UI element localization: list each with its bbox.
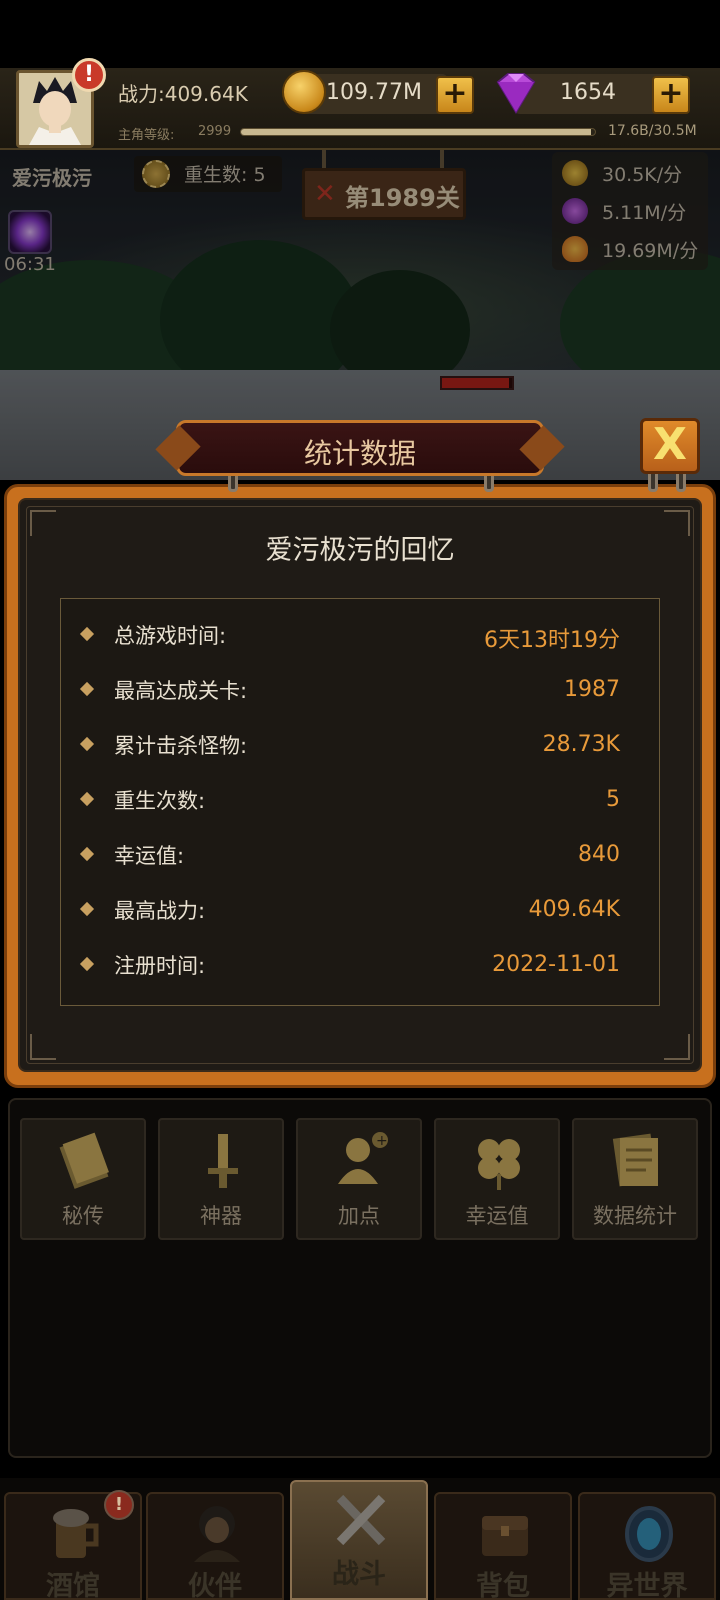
stat-label: 最高战力: — [114, 899, 206, 923]
stat-label: 总游戏时间: — [114, 624, 227, 648]
add-gold-button[interactable]: + — [436, 76, 474, 114]
bullet-icon — [79, 846, 95, 862]
corner-ornament — [664, 1034, 690, 1060]
bullet-icon — [79, 791, 95, 807]
stat-row-play-time: 总游戏时间: 6天13时19分 — [60, 616, 660, 656]
exp-bar — [240, 128, 596, 136]
nav-label: 战斗 — [332, 1559, 386, 1590]
combat-power: 战力:409.64K — [118, 82, 248, 106]
gem-value: 1654 — [560, 80, 616, 105]
stat-value: 2022-11-01 — [492, 952, 620, 977]
exp-text: 17.6B/30.5M — [608, 123, 697, 139]
gem-icon — [496, 73, 536, 114]
stat-value: 28.73K — [542, 732, 620, 757]
nav-tab-battle[interactable]: 战斗 — [290, 1480, 428, 1600]
stat-label: 累计击杀怪物: — [114, 734, 248, 758]
func-button-luck[interactable]: 幸运值 — [434, 1118, 560, 1240]
document-icon — [612, 1133, 658, 1187]
crossed-swords-icon — [336, 1494, 386, 1546]
nav-tab-bag[interactable]: 背包 — [434, 1492, 572, 1600]
add-gem-button[interactable]: + — [652, 76, 690, 114]
book-icon — [59, 1132, 109, 1189]
nav-label: 背包 — [476, 1571, 530, 1600]
stat-row-kills: 累计击杀怪物: 28.73K — [60, 726, 660, 766]
func-label: 加点 — [338, 1204, 380, 1228]
exp-bar-fill — [241, 129, 592, 135]
hud-header: ! 战力:409.64K 109.77M + 1654 + 主角等级: 2999… — [0, 58, 720, 150]
dialog-title: 统计数据 — [303, 437, 416, 470]
stat-label: 重生次数: — [114, 789, 206, 813]
nav-label: 伙伴 — [188, 1571, 242, 1600]
stat-value: 1987 — [564, 677, 620, 702]
nav-label: 酒馆 — [46, 1571, 100, 1600]
chest-icon — [482, 1516, 528, 1556]
bullet-icon — [79, 736, 95, 752]
nav-label: 异世界 — [606, 1571, 688, 1600]
gold-value: 109.77M — [326, 80, 422, 105]
level-label: 主角等级: — [118, 128, 175, 143]
stat-row-highest-stage: 最高达成关卡: 1987 — [60, 671, 660, 711]
stat-value: 409.64K — [528, 897, 620, 922]
stat-label: 最高达成关卡: — [114, 679, 248, 703]
stat-row-luck: 幸运值: 840 — [60, 836, 660, 876]
func-button-artifact[interactable]: 神器 — [158, 1118, 284, 1240]
corner-ornament — [30, 1034, 56, 1060]
memory-title: 爱污极污的回忆 — [265, 535, 455, 566]
stat-label: 注册时间: — [114, 954, 206, 978]
func-label: 神器 — [200, 1204, 242, 1228]
bullet-icon — [79, 901, 95, 917]
bullet-icon — [79, 956, 95, 972]
clover-icon — [478, 1139, 520, 1190]
stat-row-rebirths: 重生次数: 5 — [60, 781, 660, 821]
add-point-icon: + — [338, 1132, 388, 1184]
func-button-secret[interactable]: 秘传 — [20, 1118, 146, 1240]
stat-value: 840 — [578, 842, 620, 867]
nav-tab-tavern[interactable]: ! 酒馆 — [4, 1490, 142, 1600]
stat-row-register-date: 注册时间: 2022-11-01 — [60, 946, 660, 986]
tavern-alert-badge: ! — [104, 1490, 134, 1520]
stat-value: 5 — [606, 787, 620, 812]
svg-text:+: + — [376, 1133, 388, 1149]
beer-icon — [53, 1509, 99, 1558]
func-label: 秘传 — [62, 1204, 104, 1228]
partner-icon — [194, 1506, 240, 1562]
sword-icon — [208, 1134, 238, 1188]
stat-row-max-power: 最高战力: 409.64K — [60, 891, 660, 931]
alert-badge[interactable]: ! — [72, 58, 106, 92]
portal-icon — [625, 1506, 673, 1562]
func-button-add-point[interactable]: + 加点 — [296, 1118, 422, 1240]
stat-value: 6天13时19分 — [484, 628, 620, 653]
func-label: 幸运值 — [465, 1204, 529, 1228]
bullet-icon — [79, 626, 95, 642]
close-button[interactable]: X — [640, 418, 700, 474]
nav-tab-partner[interactable]: 伙伴 — [146, 1492, 284, 1600]
func-label: 数据统计 — [593, 1204, 677, 1228]
nav-tab-otherworld[interactable]: 异世界 — [578, 1492, 716, 1600]
level-value: 2999 — [198, 124, 232, 139]
func-button-stats[interactable]: 数据统计 — [572, 1118, 698, 1240]
stat-label: 幸运值: — [114, 844, 185, 868]
gold-coin-icon — [282, 70, 326, 114]
status-strip — [0, 0, 720, 68]
bullet-icon — [79, 681, 95, 697]
